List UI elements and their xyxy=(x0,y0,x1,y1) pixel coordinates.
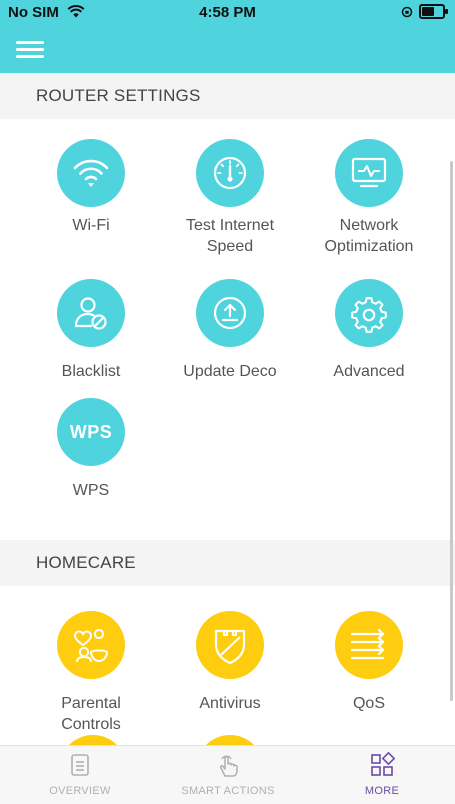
advanced-tile[interactable]: Advanced xyxy=(309,279,429,382)
network-optimization-label: Network Optimization xyxy=(324,217,414,255)
grid-icon xyxy=(371,751,396,776)
parental-controls-tile[interactable]: Parental Controls xyxy=(31,611,151,735)
router-settings-header: ROUTER SETTINGS xyxy=(0,73,455,119)
blacklist-tile[interactable]: Blacklist xyxy=(31,279,151,382)
wifi-tile[interactable]: Wi-Fi xyxy=(31,139,151,236)
qos-label: QoS xyxy=(352,695,385,712)
antivirus-tile[interactable]: Antivirus xyxy=(170,611,290,714)
orientation-lock-icon xyxy=(401,6,413,17)
top-bar: No SIM 4:58 PM xyxy=(0,0,455,73)
clock: 4:58 PM xyxy=(199,4,256,21)
update-deco-tile[interactable]: Update Deco xyxy=(170,279,290,382)
wps-tile[interactable]: WPS WPS xyxy=(31,398,151,501)
homecare-title: HOMECARE xyxy=(36,553,136,572)
wifi-label: Wi-Fi xyxy=(72,217,110,234)
document-icon xyxy=(71,754,89,776)
nav-overview-label: OVERVIEW xyxy=(49,785,111,797)
wps-icon: WPS xyxy=(57,398,125,466)
wps-icon-text: WPS xyxy=(69,421,113,442)
nav-more-label: MORE xyxy=(364,785,400,797)
antivirus-label: Antivirus xyxy=(199,695,261,712)
nav-smart-actions-label: SMART ACTIONS xyxy=(181,785,275,797)
upload-icon xyxy=(196,279,264,347)
scrollbar[interactable] xyxy=(450,161,453,701)
settings-content: ROUTER SETTINGS Wi-Fi Test Internet Spee… xyxy=(0,73,455,745)
router-settings-title: ROUTER SETTINGS xyxy=(36,86,201,105)
parental-controls-label: Parental Controls xyxy=(61,695,121,733)
network-monitor-icon xyxy=(335,139,403,207)
network-optimization-tile[interactable]: Network Optimization xyxy=(309,139,429,257)
wps-label: WPS xyxy=(72,482,110,499)
bottom-navigation: OVERVIEW SMART ACTIONS MORE xyxy=(0,745,455,804)
tap-icon xyxy=(220,755,238,777)
shield-icon xyxy=(196,611,264,679)
status-bar: No SIM 4:58 PM xyxy=(0,0,455,24)
blacklist-label: Blacklist xyxy=(61,363,121,380)
update-deco-label: Update Deco xyxy=(183,363,277,380)
blocked-user-icon xyxy=(57,279,125,347)
gear-icon xyxy=(335,279,403,347)
speed-test-label: Test Internet Speed xyxy=(185,217,275,255)
nav-smart-actions[interactable]: SMART ACTIONS xyxy=(168,752,288,797)
wifi-icon xyxy=(57,139,125,207)
hamburger-icon[interactable] xyxy=(16,39,44,61)
advanced-label: Advanced xyxy=(333,363,405,380)
partial-homecare-icon[interactable] xyxy=(196,735,264,745)
partial-homecare-icon[interactable] xyxy=(59,735,127,745)
battery-fill xyxy=(422,7,434,16)
qos-icon xyxy=(335,611,403,679)
speedometer-icon xyxy=(196,139,264,207)
status-right xyxy=(401,4,448,19)
homecare-header: HOMECARE xyxy=(0,540,455,586)
qos-tile[interactable]: QoS xyxy=(309,611,429,714)
speed-test-tile[interactable]: Test Internet Speed xyxy=(170,139,290,257)
parental-icon xyxy=(57,611,125,679)
nav-overview[interactable]: OVERVIEW xyxy=(20,752,140,797)
nav-more[interactable]: MORE xyxy=(322,751,442,797)
battery-icon xyxy=(419,4,448,19)
